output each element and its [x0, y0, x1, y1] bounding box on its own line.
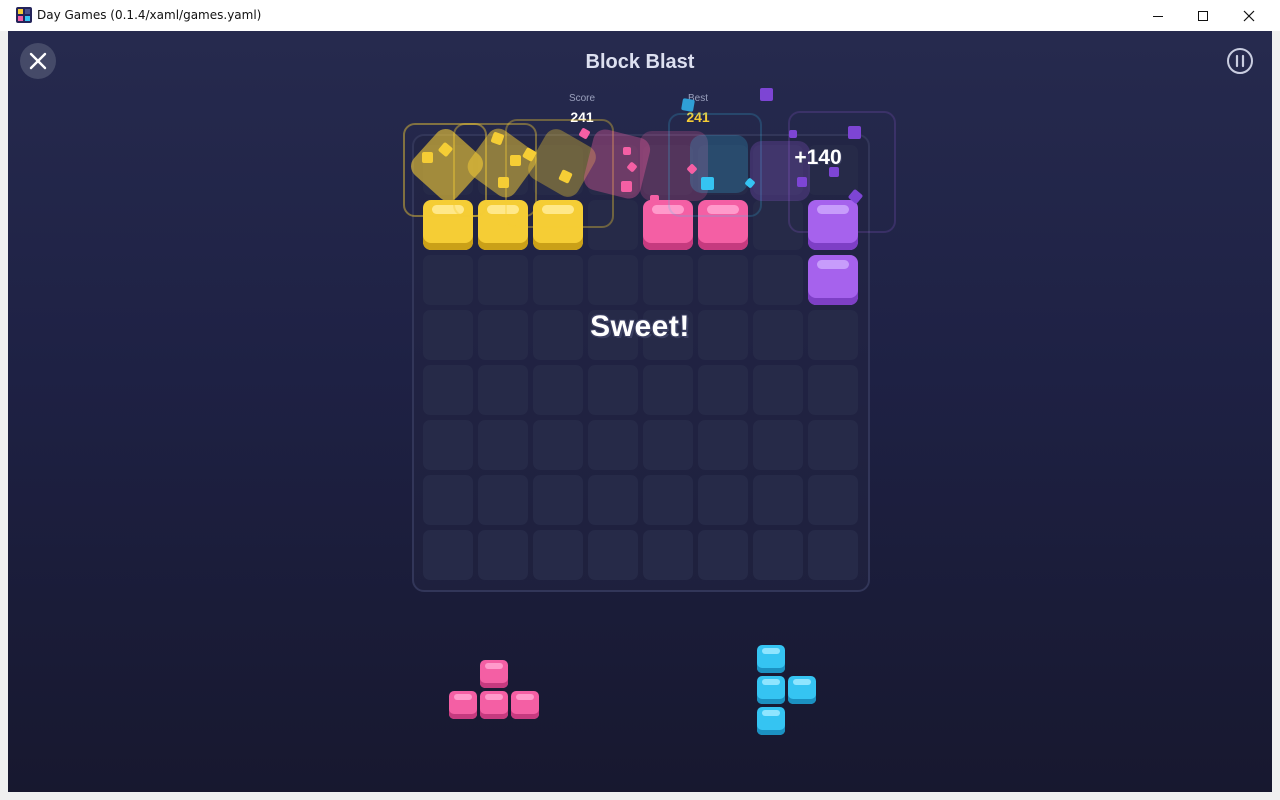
particle — [498, 177, 509, 188]
board-cell[interactable] — [753, 255, 803, 305]
board-cell[interactable] — [478, 365, 528, 415]
board-cell[interactable] — [753, 420, 803, 470]
particle — [789, 130, 797, 138]
block-shine — [762, 710, 780, 716]
piece-block — [511, 691, 539, 719]
board-cell[interactable] — [643, 420, 693, 470]
board-cell[interactable] — [808, 530, 858, 580]
board-cell[interactable] — [423, 530, 473, 580]
board-cell[interactable] — [643, 475, 693, 525]
window-close-button[interactable] — [1226, 0, 1272, 31]
points-popup: +140 — [794, 146, 842, 169]
best-label: Best — [687, 93, 708, 104]
block-shine — [485, 663, 503, 669]
particle — [510, 155, 521, 166]
minimize-button[interactable] — [1135, 0, 1181, 31]
board-cell[interactable] — [533, 530, 583, 580]
board-cell[interactable] — [533, 255, 583, 305]
particle — [650, 195, 659, 204]
board-cell[interactable] — [643, 255, 693, 305]
piece-block — [449, 691, 477, 719]
board-cell[interactable] — [423, 255, 473, 305]
score-label: Score — [568, 93, 596, 104]
piece-block — [757, 707, 785, 735]
piece-block — [757, 645, 785, 673]
board-cell[interactable] — [588, 365, 638, 415]
board-cell[interactable] — [588, 530, 638, 580]
block-shine — [762, 648, 780, 654]
block-shine — [793, 679, 811, 685]
particle — [760, 88, 773, 101]
clear-ghost — [690, 135, 748, 193]
board-cell[interactable] — [588, 420, 638, 470]
board-cell[interactable] — [423, 420, 473, 470]
board-cell[interactable] — [808, 475, 858, 525]
block-shine — [454, 694, 472, 700]
minimize-icon — [1153, 15, 1163, 17]
board-cell[interactable] — [533, 420, 583, 470]
board-cell[interactable] — [478, 475, 528, 525]
board-cell[interactable] — [698, 530, 748, 580]
block-shine — [817, 260, 849, 269]
board-cell[interactable] — [808, 365, 858, 415]
board-cell[interactable] — [478, 255, 528, 305]
game-title: Block Blast — [585, 51, 695, 73]
board-cell[interactable] — [753, 365, 803, 415]
game-area: Block Blast Score 241 Best 241 +140 Swee… — [8, 31, 1272, 792]
particle — [681, 98, 695, 112]
app-icon — [16, 7, 32, 23]
board-cell[interactable] — [753, 475, 803, 525]
board-cell[interactable] — [698, 475, 748, 525]
window-title: Day Games (0.1.4/xaml/games.yaml) — [37, 8, 262, 22]
window-close-icon — [1243, 10, 1255, 21]
clear-ghost — [788, 111, 896, 233]
board-cell[interactable] — [423, 365, 473, 415]
piece-block — [480, 691, 508, 719]
board-cell[interactable] — [698, 365, 748, 415]
board-cell[interactable] — [753, 530, 803, 580]
particle — [701, 177, 714, 190]
window-titlebar: Day Games (0.1.4/xaml/games.yaml) — [0, 0, 1280, 31]
block-shine — [516, 694, 534, 700]
board-cell[interactable] — [643, 530, 693, 580]
board-cell[interactable] — [698, 420, 748, 470]
piece-block — [757, 676, 785, 704]
board-cell[interactable] — [533, 475, 583, 525]
piece-block — [788, 676, 816, 704]
board-cell[interactable] — [808, 420, 858, 470]
board-cell[interactable] — [478, 420, 528, 470]
purple-block — [808, 255, 858, 305]
piece-block — [480, 660, 508, 688]
particle — [422, 152, 433, 163]
combo-text: Sweet! — [590, 310, 690, 343]
board-cell[interactable] — [698, 255, 748, 305]
board-cell[interactable] — [643, 365, 693, 415]
block-shine — [762, 679, 780, 685]
particle — [797, 177, 807, 187]
board-cell[interactable] — [478, 530, 528, 580]
board-cell[interactable] — [588, 475, 638, 525]
particle — [848, 126, 861, 139]
board-cell[interactable] — [588, 255, 638, 305]
maximize-icon — [1198, 10, 1208, 21]
board-cell[interactable] — [423, 475, 473, 525]
block-shine — [485, 694, 503, 700]
maximize-button[interactable] — [1180, 0, 1226, 31]
particle — [623, 147, 631, 155]
particle — [621, 181, 632, 192]
board-cell[interactable] — [533, 365, 583, 415]
